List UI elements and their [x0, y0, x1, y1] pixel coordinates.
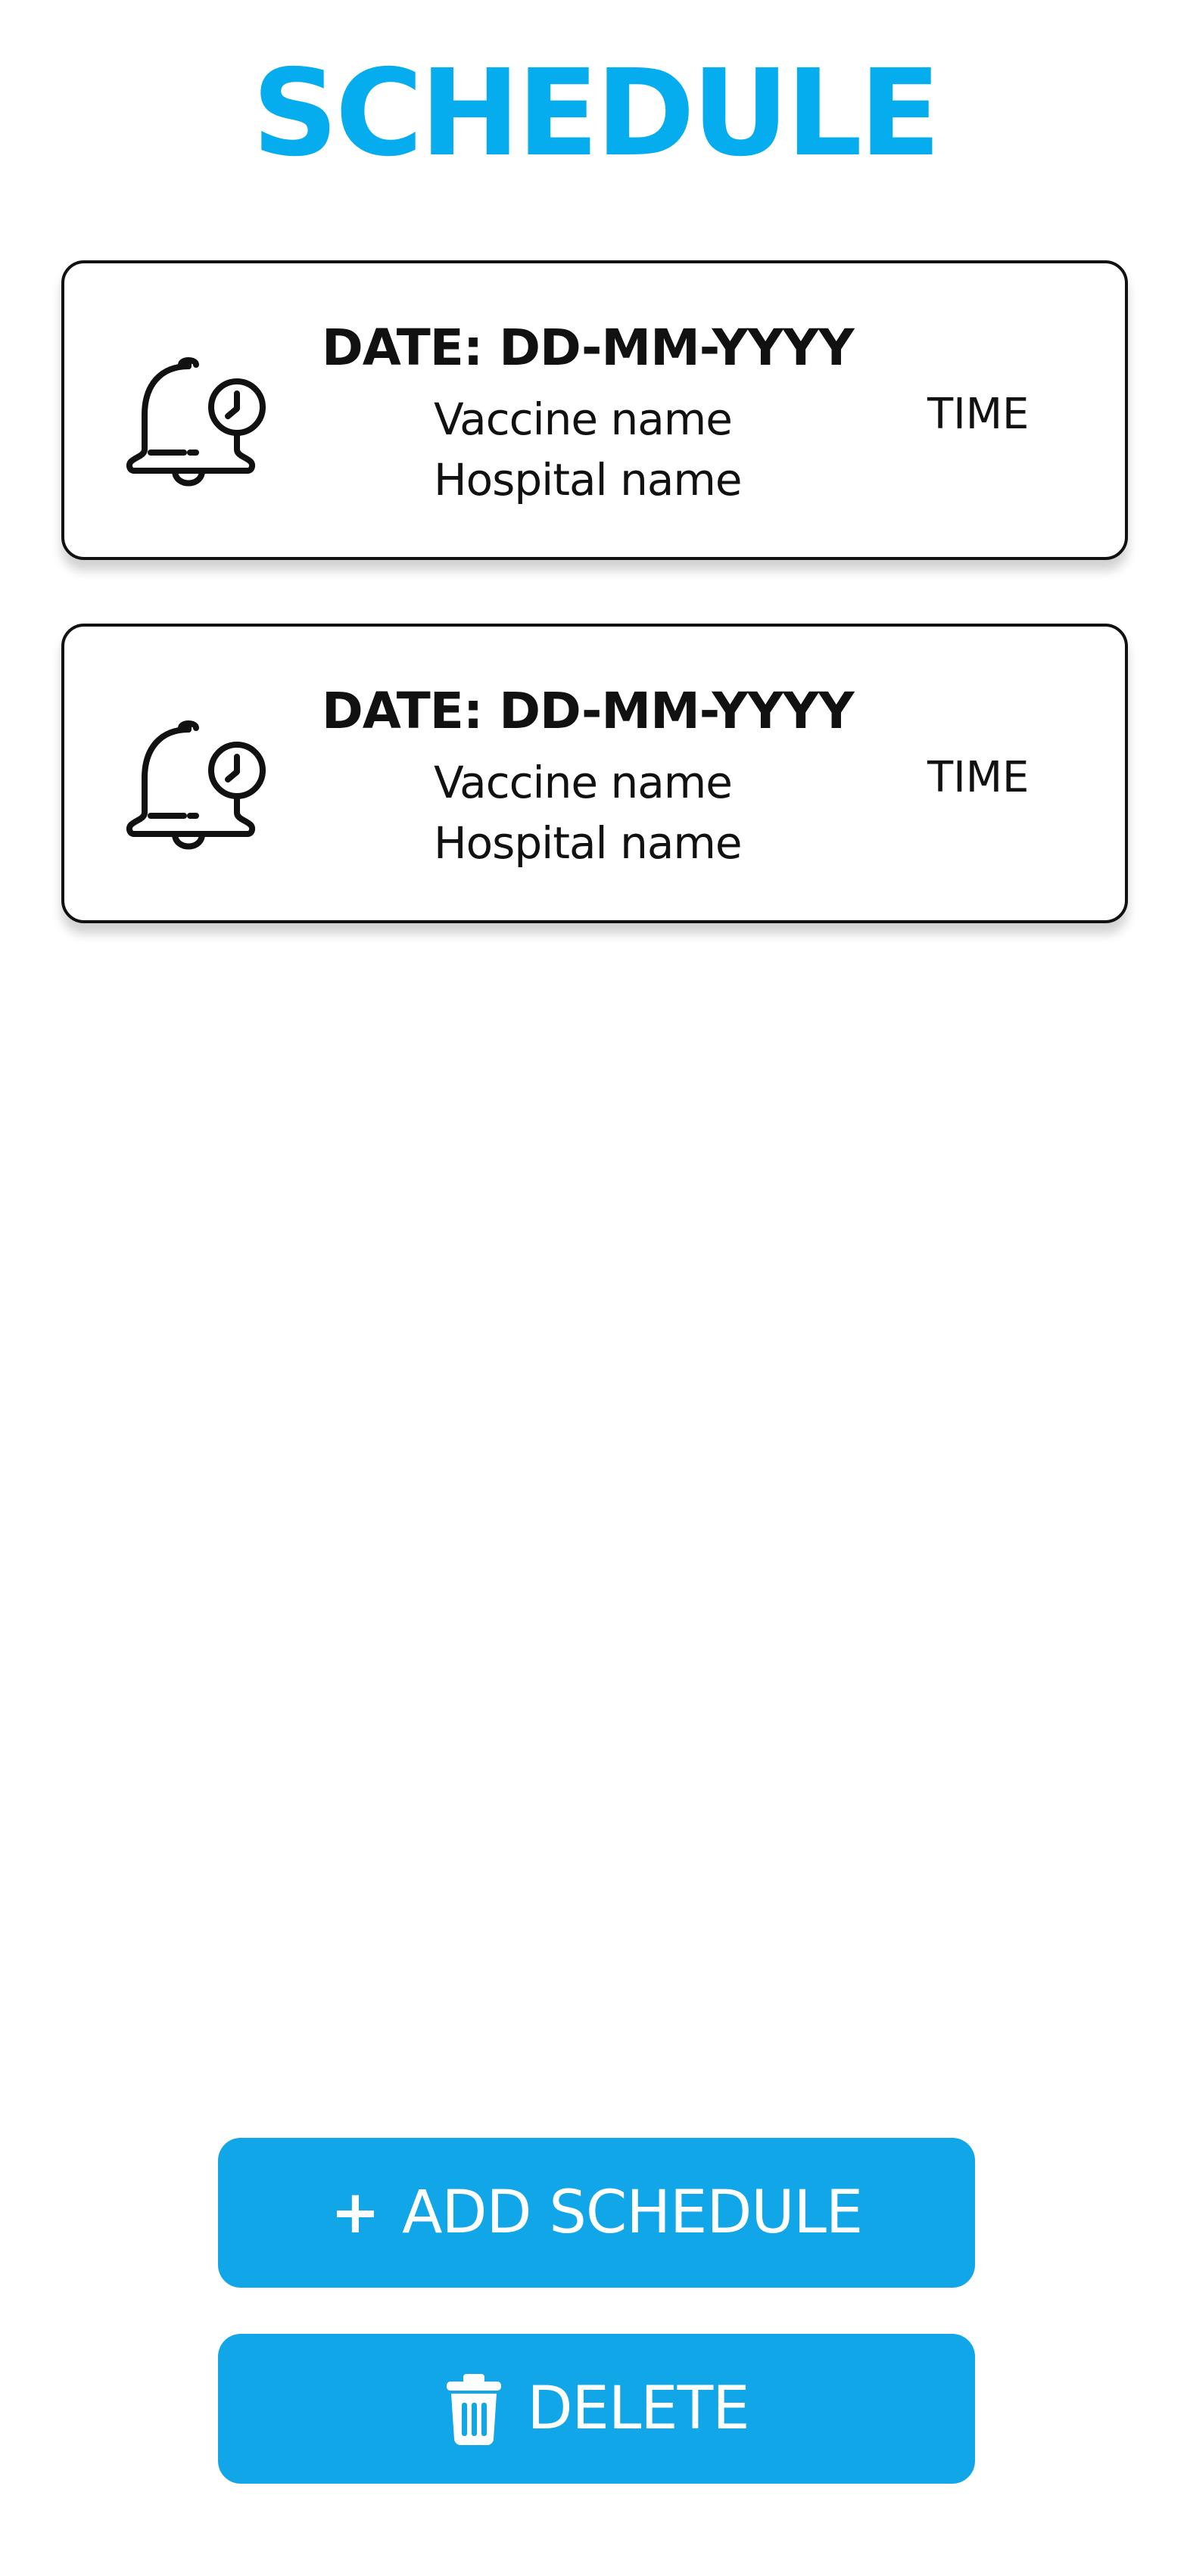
page-title: SCHEDULE — [252, 44, 941, 183]
schedule-card[interactable]: DATE: DD-MM-YYYY Vaccine name Hospital n… — [61, 624, 1128, 923]
add-schedule-label: ADD SCHEDULE — [402, 2179, 863, 2247]
hospital-name: Hospital name — [434, 817, 743, 869]
schedule-date: DATE: DD-MM-YYYY — [322, 319, 855, 377]
bell-clock-icon — [117, 699, 276, 858]
vaccine-name: Vaccine name — [434, 394, 733, 445]
trash-icon — [444, 2372, 504, 2445]
plus-icon: + — [330, 2179, 380, 2247]
hospital-name: Hospital name — [434, 454, 743, 506]
add-schedule-button[interactable]: + ADD SCHEDULE — [218, 2138, 975, 2288]
schedule-card[interactable]: DATE: DD-MM-YYYY Vaccine name Hospital n… — [61, 260, 1128, 560]
delete-button[interactable]: DELETE — [218, 2334, 975, 2484]
vaccine-name: Vaccine name — [434, 757, 733, 808]
schedule-time: TIME — [927, 753, 1030, 802]
schedule-date: DATE: DD-MM-YYYY — [322, 682, 855, 740]
delete-label: DELETE — [527, 2375, 749, 2443]
bell-clock-icon — [117, 336, 276, 495]
schedule-time: TIME — [927, 390, 1030, 439]
